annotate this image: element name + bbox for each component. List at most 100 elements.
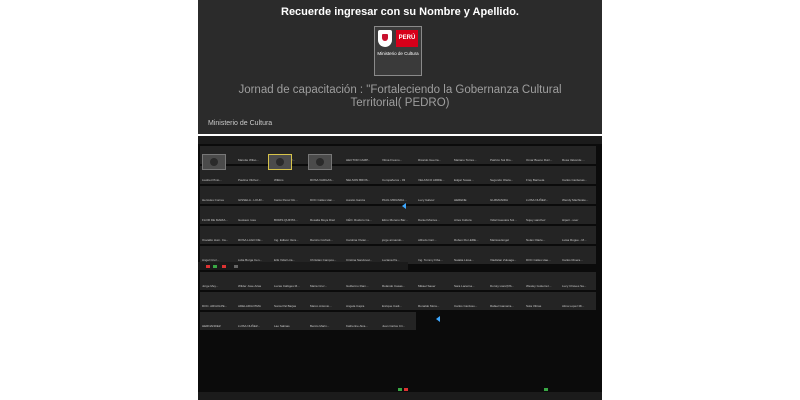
participant-tile[interactable]: Angela Capra — [344, 292, 380, 310]
participant-tile[interactable]: Rafael Gamarra... — [488, 292, 524, 310]
mute-icon[interactable] — [206, 265, 210, 268]
chat-icon[interactable] — [544, 388, 548, 391]
participant-tile[interactable]: Marissa Engel — [488, 226, 524, 244]
participant-tile[interactable]: LUISA NUÑEZ... — [236, 312, 272, 330]
participant-video-1[interactable] — [202, 154, 226, 170]
participant-tile[interactable]: Carlos Cardoso... — [452, 292, 488, 310]
participant-tile[interactable]: Hiperi - user — [560, 206, 596, 224]
participant-tile[interactable]: HERENE — [452, 186, 488, 204]
participant-tile[interactable]: Vidal Guevara Sol... — [488, 206, 524, 224]
participant-tile[interactable]: Osvaldo Hum. Ca... — [200, 226, 236, 244]
participant-tile[interactable]: Ing. Tommy Fiba... — [416, 246, 452, 264]
participant-tile[interactable]: Lucy Chaves Sa... — [560, 272, 596, 290]
gallery-next-page-arrow-icon[interactable] — [436, 316, 440, 322]
participant-name: Edgar Sosas... — [454, 178, 474, 182]
participant-tile[interactable]: DOC Calles Han... — [308, 186, 344, 204]
participant-tile[interactable]: Benito Marin... — [308, 312, 344, 330]
participant-tile[interactable]: Gustavo rosa — [236, 206, 272, 224]
participant-name: Compañeros - 03 — [382, 178, 406, 182]
participant-tile[interactable]: Carolina Vivian... — [344, 226, 380, 244]
leave-meeting-icon[interactable] — [404, 388, 408, 391]
participant-tile[interactable]: Ing. Edison Vera... — [272, 226, 308, 244]
participant-tile[interactable]: Lao Salinas — [272, 312, 308, 330]
participant-tile[interactable]: Vilma Fresno... — [380, 146, 416, 164]
participant-tile[interactable]: Sara Lacerna... — [452, 272, 488, 290]
participant-tile[interactable]: ROSA LAGO DE... — [236, 226, 272, 244]
participant-tile[interactable]: Maria Cruz... — [308, 272, 344, 290]
participant-tile[interactable]: LUISA NUÑEZ... — [524, 186, 560, 204]
participant-tile[interactable]: Segundo Olaza... — [488, 166, 524, 184]
participant-tile[interactable]: Kantu Perez Ro... — [272, 186, 308, 204]
participant-tile[interactable]: Nolan Olarte... — [524, 226, 560, 244]
participant-tile[interactable]: Ronaldo Mora... — [416, 292, 452, 310]
participant-tile[interactable]: Alfredo Carr... — [416, 226, 452, 244]
participant-tile[interactable]: Carlos Cardenas... — [560, 166, 596, 184]
participant-tile[interactable]: jorge armando... — [380, 226, 416, 244]
participant-tile[interactable]: HERNANDEZ — [200, 312, 236, 330]
participant-tile[interactable]: Mariano Torres... — [452, 146, 488, 164]
stop-video-icon[interactable] — [222, 265, 226, 268]
participant-tile[interactable]: Carlos Rivera... — [560, 246, 596, 264]
participant-tile[interactable]: Elmo Moreno Bar... — [380, 206, 416, 224]
participant-tile[interactable]: DOC. ARGOLPE... — [200, 292, 236, 310]
participant-tile[interactable]: VELASCO ARRIE... — [416, 166, 452, 184]
participant-tile[interactable]: NELSON BROS... — [344, 166, 380, 184]
participant-tile[interactable]: Lucy Gálvez — [416, 186, 452, 204]
participant-tile[interactable]: Fray Barrueta — [524, 166, 560, 184]
participant-tile[interactable]: Jorge Mey... — [200, 272, 236, 290]
participant-tile[interactable]: Daniel Montes... — [416, 206, 452, 224]
participant-tile[interactable]: Sonia Pal Barjas — [272, 292, 308, 310]
participant-tile[interactable]: Ricardo Guerra... — [416, 146, 452, 164]
participant-tile[interactable]: Sola Vibras — [524, 292, 560, 310]
participants-icon[interactable] — [234, 265, 238, 268]
participant-tile[interactable]: FLOR DE MARIA... — [200, 206, 236, 224]
participant-tile[interactable]: CÉO. Ruidoro Ca... — [344, 206, 380, 224]
participant-tile[interactable]: Artes Cultura — [452, 206, 488, 224]
participant-tile[interactable]: Omar Bueno Ruiz... — [524, 146, 560, 164]
participant-name: ROSA LAGO DE... — [238, 238, 264, 242]
participant-tile[interactable]: Sujey sanchez — [524, 206, 560, 224]
participant-tile[interactable]: Wendy Machicate... — [560, 186, 596, 204]
participant-tile[interactable]: Edgar Sosas... — [452, 166, 488, 184]
participant-tile[interactable]: GISSELA - LOUR... — [236, 186, 272, 204]
participant-name: HERENE — [454, 198, 467, 202]
participant-tile[interactable]: Rosa Valverde ... — [560, 146, 596, 164]
participant-tile[interactable]: Aurelio Garcia — [344, 186, 380, 204]
participant-tile[interactable]: Alma Lopez Mi... — [560, 292, 596, 310]
participant-name: Rosalia Moya Diaz — [310, 218, 336, 222]
participant-tile[interactable]: PAUL MIRANDA... — [380, 186, 416, 204]
participant-tile[interactable]: Juan Carlos Cri... — [380, 312, 416, 330]
participant-tile[interactable]: Marco Antonio... — [308, 292, 344, 310]
participant-tile[interactable]: Natalia Llosa... — [452, 246, 488, 264]
participant-tile[interactable]: Ramiro Corbett... — [308, 226, 344, 244]
gallery-prev-page-arrow-icon[interactable] — [402, 203, 406, 209]
participant-video-2[interactable] — [308, 154, 332, 170]
participant-tile[interactable]: DOC Calles Hae... — [524, 246, 560, 264]
participant-tile[interactable]: Guillermo Ram... — [344, 272, 380, 290]
participant-tile[interactable]: Vladislan Zuloaga... — [488, 246, 524, 264]
participant-tile[interactable]: Mikael Sauer — [416, 272, 452, 290]
participant-tile[interactable]: Wilder Jose Arias — [236, 272, 272, 290]
participant-tile[interactable]: Ruben Flor-ERE... — [452, 226, 488, 244]
participant-tile[interactable]: Compañeros - 03 — [380, 166, 416, 184]
participant-tile[interactable]: Marotte Wilso... — [236, 146, 272, 164]
participant-tile[interactable]: Enrique Cadi... — [380, 292, 416, 310]
participant-tile[interactable]: Lucas Cabiges M... — [272, 272, 308, 290]
participant-tile[interactable]: GUZMANIDA — [488, 186, 524, 204]
participant-tile[interactable]: Rolando Casas... — [380, 272, 416, 290]
share-screen-icon[interactable] — [398, 388, 402, 391]
participant-tile[interactable]: HECTOR CAMP... — [344, 146, 380, 164]
video-icon[interactable] — [213, 265, 217, 268]
participant-tile[interactable]: BORIS QUINTA... — [272, 206, 308, 224]
participant-tile[interactable]: Paulina Vilchez... — [236, 166, 272, 184]
participant-tile[interactable]: Katherine Alca... — [344, 312, 380, 330]
participant-tile[interactable]: ADELAIDA PIMA — [236, 292, 272, 310]
participant-tile[interactable]: Wesley Gutierrez... — [524, 272, 560, 290]
participant-tile[interactable]: Doroty Lianr(DS... — [488, 272, 524, 290]
participant-tile[interactable]: Luisa Rugue - M... — [560, 226, 596, 244]
participant-tile[interactable]: Patricio Sol Rio... — [488, 146, 524, 164]
participant-name: HERNANDEZ — [202, 324, 221, 328]
participant-tile[interactable]: Hercules Correa — [200, 186, 236, 204]
participant-tile[interactable]: Rosalia Moya Diaz — [308, 206, 344, 224]
active-speaker-video[interactable] — [268, 154, 292, 170]
